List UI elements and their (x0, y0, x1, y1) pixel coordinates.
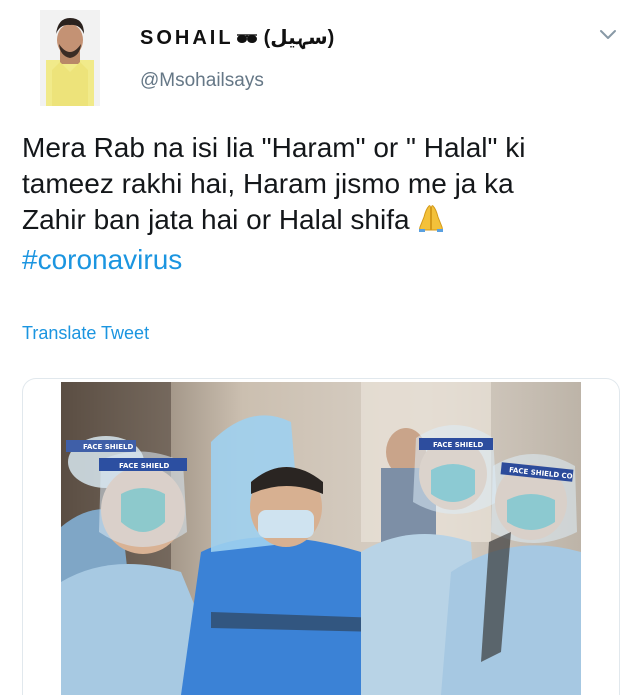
tweet-text: Mera Rab na isi lia "Haram" or " Halal" … (22, 130, 622, 278)
tweet-text-line-content: Zahir ban jata hai or Halal shifa (22, 204, 410, 235)
tweet-text-line: Zahir ban jata hai or Halal shifa (22, 202, 622, 242)
translate-tweet-link[interactable]: Translate Tweet (22, 323, 149, 344)
author-name-urdu: (سہیل) (263, 27, 335, 49)
tweet-text-line: Mera Rab na isi lia "Haram" or " Halal" … (22, 132, 526, 163)
author-name-text: SOHAIL (140, 27, 234, 49)
folded-hands-icon (416, 203, 446, 242)
face-shield-label: FACE SHIELD (433, 441, 483, 449)
media-photo[interactable]: FACE SHIELD FACE SHIELD FACE SHIELD FACE… (61, 382, 581, 695)
face-shield-label: FACE SHIELD (119, 462, 169, 470)
media-frame[interactable]: FACE SHIELD FACE SHIELD FACE SHIELD FACE… (22, 378, 620, 695)
author-handle[interactable]: @Msohailsays (140, 69, 264, 93)
tweet-card: SOHAIL (سہیل) @Msohailsays Mera Rab na is… (0, 0, 640, 695)
author-name[interactable]: SOHAIL (سہیل) (140, 24, 334, 53)
sunglasses-icon (236, 25, 258, 53)
hashtag-link[interactable]: #coronavirus (22, 242, 622, 278)
tweet-text-line: tameez rakhi hai, Haram jismo me ja ka (22, 168, 514, 199)
chevron-down-icon[interactable] (597, 26, 619, 44)
face-shield-label: FACE SHIELD (83, 443, 133, 451)
avatar[interactable] (40, 10, 100, 106)
